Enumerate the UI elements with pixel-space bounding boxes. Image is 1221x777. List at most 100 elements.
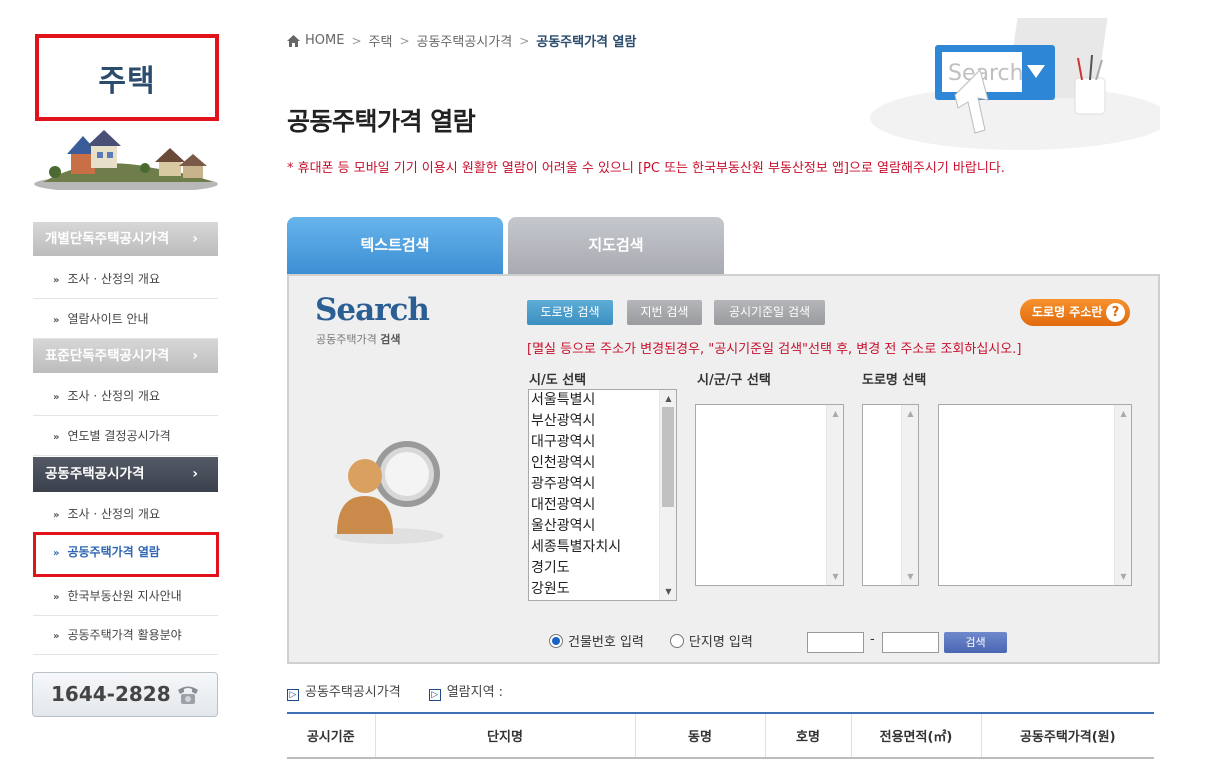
building-number-label: 건물번호 입력 (568, 635, 644, 650)
submenu-label: 열람사이트 안내 (67, 312, 149, 326)
address-change-note: [멸실 등으로 주소가 변경된경우, "공시기준일 검색"선택 후, 변경 전 … (527, 342, 1022, 357)
scroll-down-icon[interactable]: ▼ (827, 568, 844, 585)
scroll-up-icon[interactable]: ▲ (1115, 405, 1132, 422)
table-header-row: 공시기준 단지명 동명 호명 전용면적(㎡) 공동주택가격(원) (287, 712, 1154, 759)
menu-apartment[interactable]: 공동주택공시가격 › (33, 457, 218, 492)
road-initial-scrollbar[interactable]: ▲ ▼ (901, 405, 918, 585)
submenu-label: 조사 · 산정의 개요 (67, 272, 161, 286)
breadcrumb: HOME > 주택 > 공동주택공시가격 > 공동주택가격 열람 (287, 31, 643, 50)
menu-individual-house[interactable]: 개별단독주택공시가격 › (33, 222, 218, 256)
region-info-label: 열람지역 : (446, 685, 504, 700)
complex-name-label: 단지명 입력 (688, 635, 753, 650)
main-number-input[interactable] (807, 632, 864, 653)
bullet-icon: » (53, 548, 60, 559)
mobile-notice: * 휴대폰 등 모바일 기기 이용시 원활한 열람이 어려울 수 있으니 [PC… (287, 161, 1005, 176)
breadcrumb-current: 공동주택가격 열람 (536, 35, 637, 50)
scroll-thumb[interactable] (662, 407, 674, 507)
search-logo-subtitle: 공동주택가격 검색 (316, 331, 400, 347)
road-select-label: 도로명 선택 (862, 373, 927, 388)
region-info-item: ▷ 열람지역 : (428, 681, 504, 701)
tab-map-search[interactable]: 지도검색 (508, 217, 724, 274)
sigungu-listbox[interactable]: ▲ ▼ (695, 404, 844, 586)
submenu-label: 연도별 결정공시가격 (67, 429, 171, 443)
scroll-down-icon[interactable]: ▼ (660, 583, 676, 600)
sido-option[interactable]: 서울특별시 (529, 390, 676, 411)
sido-option[interactable]: 강원도 (529, 579, 676, 600)
submenu-survey-overview-1[interactable]: » 조사 · 산정의 개요 (33, 259, 218, 299)
sigungu-scrollbar[interactable]: ▲ ▼ (826, 405, 843, 585)
result-table: 공시기준 단지명 동명 호명 전용면적(㎡) 공동주택가격(원) (287, 712, 1154, 759)
phone-number: 1644-2828 (51, 682, 171, 706)
submenu-label: 공동주택가격 활용분야 (67, 628, 182, 642)
col-unit-name: 호명 (765, 712, 852, 759)
price-info-label: 공동주택공시가격 (305, 685, 401, 700)
sido-label: 시/도 선택 (529, 373, 587, 388)
bullet-icon: » (53, 275, 60, 286)
sido-option[interactable]: 대구광역시 (529, 432, 676, 453)
scroll-up-icon[interactable]: ▲ (827, 405, 844, 422)
menu-label: 개별단독주택공시가격 (45, 231, 170, 247)
submenu-label: 한국부동산원 지사안내 (67, 589, 182, 603)
sido-option[interactable]: 경기도 (529, 558, 676, 579)
sido-option[interactable]: 부산광역시 (529, 411, 676, 432)
houses-illustration-icon (34, 130, 218, 190)
col-building-name: 동명 (635, 712, 766, 759)
scroll-down-icon[interactable]: ▼ (902, 568, 919, 585)
sido-option[interactable]: 대전광역시 (529, 495, 676, 516)
road-name-listbox[interactable]: ▲ ▼ (938, 404, 1132, 586)
input-mode-radio-group: 건물번호 입력 단지명 입력 (549, 631, 779, 650)
sido-scrollbar[interactable]: ▲ ▼ (659, 390, 676, 600)
submenu-apartment-price-view[interactable]: » 공동주택가격 열람 (33, 532, 219, 577)
tab-text-search[interactable]: 텍스트검색 (287, 217, 503, 274)
sub-number-input[interactable] (882, 632, 939, 653)
sido-option[interactable]: 광주광역시 (529, 474, 676, 495)
col-exclusive-area: 전용면적(㎡) (851, 712, 982, 759)
sido-option[interactable]: 인천광역시 (529, 453, 676, 474)
submenu-survey-overview-3[interactable]: » 조사 · 산정의 개요 (33, 494, 218, 534)
lot-number-search-button[interactable]: 지번 검색 (627, 300, 702, 325)
help-icon: ? (1106, 303, 1125, 322)
search-panel: Search 공동주택가격 검색 도로명 검색 지번 검색 공시기준일 검색 도… (287, 274, 1160, 664)
section-title-box: 주택 (35, 34, 219, 121)
phone-number-box: 1644-2828 (32, 672, 218, 717)
breadcrumb-home[interactable]: HOME (305, 33, 344, 48)
search-button[interactable]: 검색 (944, 632, 1007, 653)
submenu-yearly-price[interactable]: » 연도별 결정공시가격 (33, 416, 218, 456)
menu-label: 공동주택공시가격 (45, 466, 145, 482)
sido-options: 서울특별시 부산광역시 대구광역시 인천광역시 광주광역시 대전광역시 울산광역시 세종특별자… (529, 390, 676, 600)
bullet-icon: » (53, 392, 60, 403)
breadcrumb-separator: > (351, 33, 362, 48)
scroll-up-icon[interactable]: ▲ (660, 390, 676, 407)
menu-standard-house[interactable]: 표준단독주택공시가격 › (33, 339, 218, 373)
col-complex-name: 단지명 (375, 712, 636, 759)
sido-option[interactable]: 울산광역시 (529, 516, 676, 537)
search-logo: Search (315, 292, 430, 328)
breadcrumb-separator: > (519, 33, 530, 48)
breadcrumb-item[interactable]: 주택 (369, 31, 393, 50)
scroll-up-icon[interactable]: ▲ (902, 405, 919, 422)
road-name-scrollbar[interactable]: ▲ ▼ (1114, 405, 1131, 585)
road-initial-listbox[interactable]: ▲ ▼ (862, 404, 919, 586)
sido-option[interactable]: 세종특별자치시 (529, 537, 676, 558)
submenu-label: 조사 · 산정의 개요 (67, 507, 161, 521)
building-number-radio[interactable] (549, 633, 563, 648)
sigungu-label: 시/군/구 선택 (697, 373, 771, 388)
submenu-label: 공동주택가격 열람 (67, 545, 160, 559)
road-name-search-button[interactable]: 도로명 검색 (527, 300, 613, 325)
announcement-date-search-button[interactable]: 공시기준일 검색 (714, 300, 825, 325)
submenu-survey-overview-2[interactable]: » 조사 · 산정의 개요 (33, 376, 218, 416)
price-info-item: ▷ 공동주택공시가격 (287, 681, 401, 701)
submenu-price-usage[interactable]: » 공동주택가격 활용분야 (33, 615, 218, 655)
sido-listbox[interactable]: 서울특별시 부산광역시 대구광역시 인천광역시 광주광역시 대전광역시 울산광역시 세종특별자… (528, 389, 677, 601)
complex-name-radio[interactable] (669, 633, 684, 648)
arrow-box-icon: ▷ (428, 689, 441, 701)
road-address-button[interactable]: 도로명 주소란 ? (1020, 299, 1130, 326)
search-header-illustration: Search (870, 18, 1160, 150)
submenu-viewing-site[interactable]: » 열람사이트 안내 (33, 299, 218, 339)
breadcrumb-item[interactable]: 공동주택공시가격 (417, 31, 513, 50)
scroll-down-icon[interactable]: ▼ (1115, 568, 1132, 585)
person-magnifier-icon (334, 441, 444, 544)
bullet-icon: » (53, 510, 60, 521)
bullet-icon: » (53, 315, 60, 326)
submenu-branch-guide[interactable]: » 한국부동산원 지사안내 (33, 576, 218, 616)
